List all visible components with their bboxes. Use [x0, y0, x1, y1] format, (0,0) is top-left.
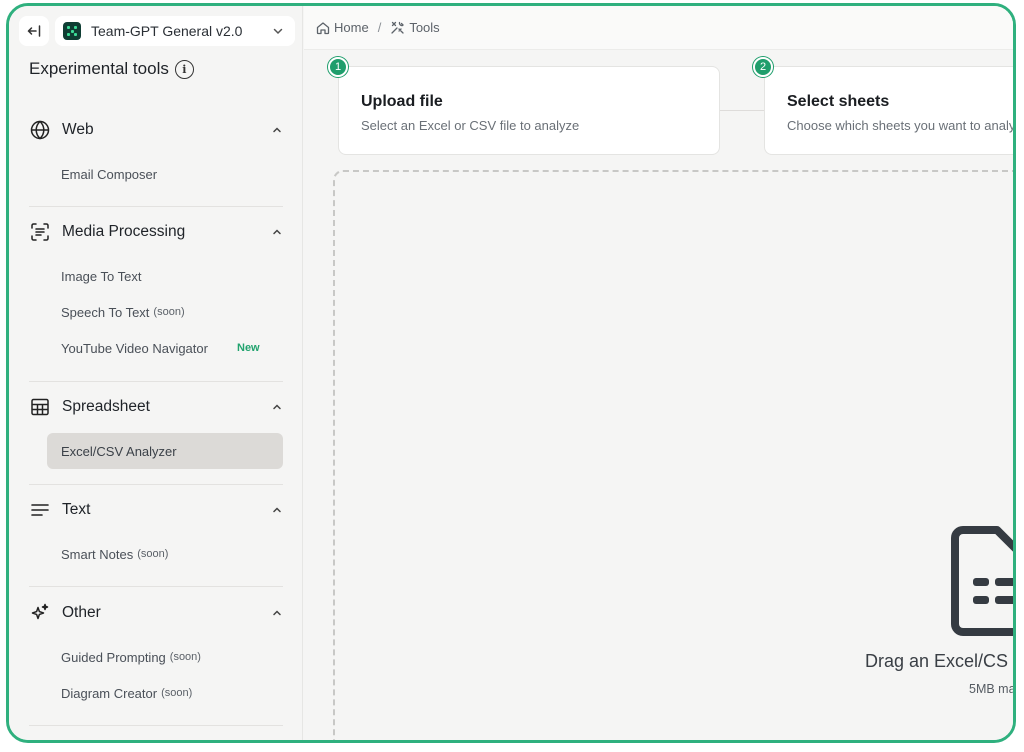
sidebar-item-speech-to-text[interactable]: Speech To Text (soon)	[47, 294, 283, 330]
breadcrumb-separator: /	[377, 20, 382, 35]
chevron-down-icon	[271, 24, 285, 38]
workspace-name: Team-GPT General v2.0	[91, 23, 243, 39]
info-icon[interactable]: i	[174, 59, 194, 79]
section-web[interactable]: Web	[29, 118, 283, 142]
lines-icon	[29, 499, 51, 521]
section-text[interactable]: Text	[29, 498, 283, 522]
step-title: Select sheets	[787, 93, 890, 110]
dropzone-text: Drag an Excel/CS	[865, 651, 1009, 671]
app-window: Team-GPT General v2.0 Experimental tools…	[6, 3, 1016, 743]
workspace-row: Team-GPT General v2.0	[19, 16, 295, 46]
home-icon	[316, 21, 330, 34]
divider	[29, 586, 283, 587]
step-number-badge: 1	[328, 57, 348, 77]
arrow-left-bar-icon	[27, 25, 41, 37]
sidebar-item-smart-notes[interactable]: Smart Notes (soon)	[47, 536, 283, 572]
section-other[interactable]: Other	[29, 601, 283, 625]
soon-label: (soon)	[137, 548, 169, 560]
step-connector	[719, 110, 765, 111]
step-description: Select an Excel or CSV file to analyze	[361, 118, 580, 133]
breadcrumb-tools[interactable]: Tools	[390, 20, 440, 35]
scan-text-icon	[29, 221, 51, 243]
sidebar-item-youtube-video-navigator[interactable]: YouTube Video Navigator New	[47, 330, 283, 366]
divider	[29, 725, 283, 726]
sidebar-item-email-composer[interactable]: Email Composer	[47, 156, 283, 192]
section-spreadsheet[interactable]: Spreadsheet	[29, 395, 283, 419]
dropzone-size-limit: 5MB ma	[969, 682, 1016, 696]
soon-label: (soon)	[153, 306, 185, 318]
chevron-up-icon[interactable]	[271, 401, 283, 413]
divider	[29, 381, 283, 382]
collapse-sidebar-button[interactable]	[19, 16, 49, 46]
workspace-logo-icon	[63, 22, 81, 40]
main-content: Home / Tools Upload file Select an Excel…	[304, 6, 1013, 740]
spreadsheet-file-icon	[951, 526, 1013, 636]
divider	[29, 206, 283, 207]
step-title: Upload file	[361, 93, 443, 110]
workspace-selector[interactable]: Team-GPT General v2.0	[55, 16, 295, 46]
step-number-badge: 2	[753, 57, 773, 77]
sidebar-title: Experimental tools i	[29, 59, 194, 79]
chevron-up-icon[interactable]	[271, 607, 283, 619]
step-upload-file: Upload file Select an Excel or CSV file …	[338, 66, 720, 155]
sidebar-item-image-to-text[interactable]: Image To Text	[47, 258, 283, 294]
chevron-up-icon[interactable]	[271, 504, 283, 516]
sidebar-item-guided-prompting[interactable]: Guided Prompting (soon)	[47, 639, 283, 675]
sparkles-icon	[29, 602, 51, 624]
chevron-up-icon[interactable]	[271, 226, 283, 238]
chevron-up-icon[interactable]	[271, 124, 283, 136]
step-select-sheets: Select sheets Choose which sheets you wa…	[764, 66, 1016, 155]
sidebar-item-diagram-creator[interactable]: Diagram Creator (soon)	[47, 675, 283, 711]
sidebar: Team-GPT General v2.0 Experimental tools…	[9, 6, 303, 740]
step-description: Choose which sheets you want to analy	[787, 118, 1016, 133]
breadcrumb: Home / Tools	[304, 6, 1013, 50]
tools-icon	[391, 21, 405, 34]
soon-label: (soon)	[161, 687, 193, 699]
breadcrumb-home[interactable]: Home	[316, 20, 369, 35]
soon-label: (soon)	[169, 651, 201, 663]
globe-icon	[29, 119, 51, 141]
divider	[29, 484, 283, 485]
table-icon	[29, 396, 51, 418]
section-media-processing[interactable]: Media Processing	[29, 220, 283, 244]
new-badge: New	[237, 342, 260, 354]
sidebar-item-excel-csv-analyzer[interactable]: Excel/CSV Analyzer	[47, 433, 283, 469]
